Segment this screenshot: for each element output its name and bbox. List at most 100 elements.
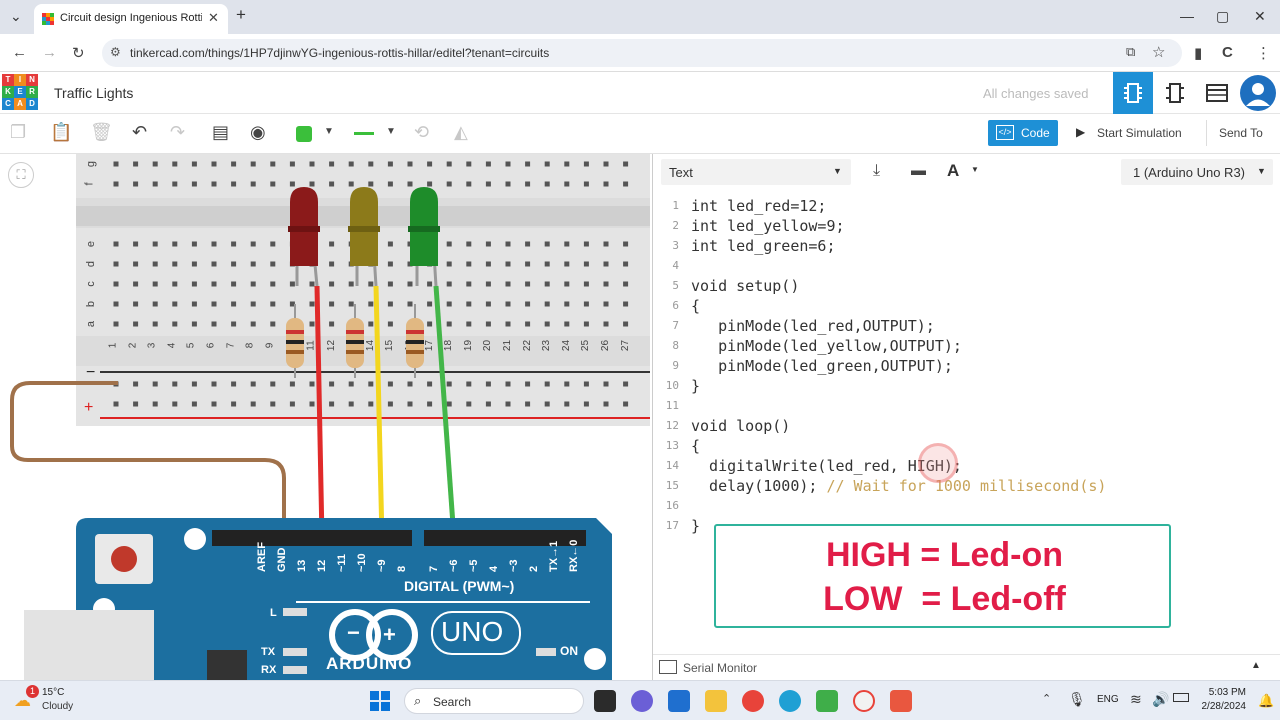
arduino-pin-label: 8 xyxy=(396,565,408,572)
resistor-2 xyxy=(346,304,364,378)
code-text: } xyxy=(691,516,700,536)
task-view-icon[interactable] xyxy=(594,690,616,712)
redo-icon[interactable]: ↷ xyxy=(170,122,185,143)
chrome-active-icon[interactable] xyxy=(853,690,875,712)
window-close-icon[interactable]: ✕ xyxy=(1254,8,1266,25)
undo-icon[interactable]: ↶ xyxy=(132,122,147,143)
flip-icon[interactable]: ◭ xyxy=(454,122,468,143)
extension-icon[interactable]: C xyxy=(1222,44,1233,61)
copy-icon[interactable]: ❐ xyxy=(10,122,26,143)
code-mode-select[interactable]: Text ▼ xyxy=(661,159,851,185)
line-number: 14 xyxy=(665,459,679,472)
logo-letter: D xyxy=(26,98,38,110)
app-orange-icon[interactable] xyxy=(890,690,912,712)
bookmark-star-icon[interactable]: ☆ xyxy=(1152,43,1165,61)
file-explorer-icon[interactable] xyxy=(705,690,727,712)
send-to-button[interactable]: Send To xyxy=(1206,120,1276,146)
project-title[interactable]: Traffic Lights xyxy=(54,85,133,101)
minimize-icon[interactable]: — xyxy=(1180,8,1194,24)
device-select[interactable]: 1 (Arduino Uno R3) ▼ xyxy=(1121,159,1273,185)
code-line[interactable]: 6{ xyxy=(653,296,1280,316)
on-led-label: ON xyxy=(560,644,578,658)
code-line[interactable]: 12 void loop() xyxy=(653,416,1280,436)
send-to-label: Send To xyxy=(1219,126,1263,140)
code-line[interactable]: 11 xyxy=(653,396,1280,416)
serial-monitor-bar[interactable]: Serial Monitor ▲ xyxy=(653,654,1280,680)
wire-type-dropdown-icon[interactable]: ▼ xyxy=(386,126,396,137)
tinkercad-logo[interactable]: T I N K E R C A D xyxy=(2,74,38,110)
show-hidden-icons-icon[interactable]: ⌃ xyxy=(1042,692,1051,705)
browser-menu-icon[interactable]: ⋮ xyxy=(1256,44,1271,62)
install-app-icon[interactable]: ⧉ xyxy=(1126,44,1135,60)
new-tab-icon[interactable]: + xyxy=(236,5,246,25)
line-number: 11 xyxy=(665,399,679,412)
font-size-dropdown-icon[interactable]: ▼ xyxy=(971,165,979,174)
code-icon: </> xyxy=(996,125,1014,140)
windows-start-icon[interactable] xyxy=(370,691,390,711)
notifications-icon[interactable]: 🔔 xyxy=(1258,693,1274,709)
battery-icon[interactable] xyxy=(1173,693,1189,702)
code-line[interactable]: 3 int led_green=6; xyxy=(653,236,1280,256)
wire-color-dropdown-icon[interactable]: ▼ xyxy=(324,126,334,137)
taskbar-search[interactable]: ⌕ Search xyxy=(404,688,584,714)
code-token: } xyxy=(691,377,701,395)
code-button-label: Code xyxy=(1021,126,1050,140)
side-panel-icon[interactable]: ▮ xyxy=(1194,44,1202,62)
code-line[interactable]: 13 { xyxy=(653,436,1280,456)
notes-icon[interactable]: ▤ xyxy=(212,122,229,143)
code-button[interactable]: </> Code xyxy=(988,120,1058,146)
view-notes-icon[interactable]: ◉ xyxy=(250,122,266,143)
code-line[interactable]: 1 int led_red=12; xyxy=(653,196,1280,216)
browser-tab-active[interactable]: Circuit design Ingenious Rottis ✕ xyxy=(34,4,228,34)
code-line[interactable]: 16 xyxy=(653,496,1280,516)
schematic-view-icon[interactable] xyxy=(1165,82,1185,104)
chrome-icon[interactable] xyxy=(742,690,764,712)
circuit-canvas[interactable]: ⛶ g f e d c b a 123456789101112131415161… xyxy=(0,154,652,680)
wifi-icon[interactable]: ≋ xyxy=(1130,691,1142,708)
library-icon[interactable]: ▬ xyxy=(911,162,926,179)
code-line[interactable]: 4 xyxy=(653,256,1280,276)
line-number: 13 xyxy=(665,439,679,452)
annotation-low: LOW = Led-off xyxy=(823,580,1066,618)
paste-icon[interactable]: 📋 xyxy=(50,122,72,143)
code-line[interactable]: 5 void setup() xyxy=(653,276,1280,296)
code-line[interactable]: 15 delay(1000); // Wait for 1000 millise… xyxy=(653,476,1280,496)
microphone-icon[interactable]: 🎙 xyxy=(1068,691,1086,708)
code-line[interactable]: 8 pinMode(led_yellow,OUTPUT); xyxy=(653,336,1280,356)
font-size-icon[interactable]: A xyxy=(947,161,959,181)
site-info-icon[interactable]: ⚙ xyxy=(110,45,121,59)
store-icon[interactable] xyxy=(668,690,690,712)
volume-icon[interactable]: 🔊 xyxy=(1152,691,1169,708)
code-line[interactable]: 10} xyxy=(653,376,1280,396)
delete-icon[interactable]: 🗑 xyxy=(90,122,113,143)
url-field[interactable]: ⚙ tinkercad.com/things/1HP7djinwYG-ingen… xyxy=(102,39,1182,67)
wire-type-swatch[interactable] xyxy=(354,132,374,135)
reload-icon[interactable]: ↻ xyxy=(72,44,85,62)
wire-color-swatch[interactable] xyxy=(296,126,312,142)
circuit-view-button[interactable] xyxy=(1113,72,1153,114)
input-language[interactable]: ENG xyxy=(1097,694,1119,705)
tab-close-icon[interactable]: ✕ xyxy=(208,10,219,26)
arduino-pin-label: 12 xyxy=(316,559,328,572)
start-simulation-button[interactable]: ▶ Start Simulation xyxy=(1062,120,1202,146)
code-line[interactable]: 7 pinMode(led_red,OUTPUT); xyxy=(653,316,1280,336)
weather-condition: Cloudy xyxy=(42,701,74,712)
app-green-icon[interactable] xyxy=(816,690,838,712)
code-line[interactable]: 14 digitalWrite(led_red, HIGH); xyxy=(653,456,1280,476)
chevron-down-icon: ▼ xyxy=(1257,166,1266,176)
clock-time[interactable]: 5:03 PM xyxy=(1206,687,1246,698)
code-line[interactable]: 2 int led_yellow=9; xyxy=(653,216,1280,236)
code-line[interactable]: 9 pinMode(led_green,OUTPUT); xyxy=(653,356,1280,376)
forward-icon[interactable]: → xyxy=(42,44,57,61)
tab-list-chevron-icon[interactable]: ⌄ xyxy=(10,8,22,25)
maximize-icon[interactable]: ▢ xyxy=(1216,8,1229,25)
back-icon[interactable]: ← xyxy=(12,44,27,61)
download-icon[interactable]: ⤓ xyxy=(873,162,880,180)
rotate-icon[interactable]: ⟲ xyxy=(414,122,429,143)
user-avatar-icon[interactable] xyxy=(1240,75,1276,111)
component-list-icon[interactable] xyxy=(1206,84,1228,102)
chat-icon[interactable] xyxy=(631,690,653,712)
edge-icon[interactable] xyxy=(779,690,801,712)
clock-date[interactable]: 2/28/2024 xyxy=(1196,701,1247,712)
expand-icon[interactable]: ▲ xyxy=(1251,660,1261,671)
